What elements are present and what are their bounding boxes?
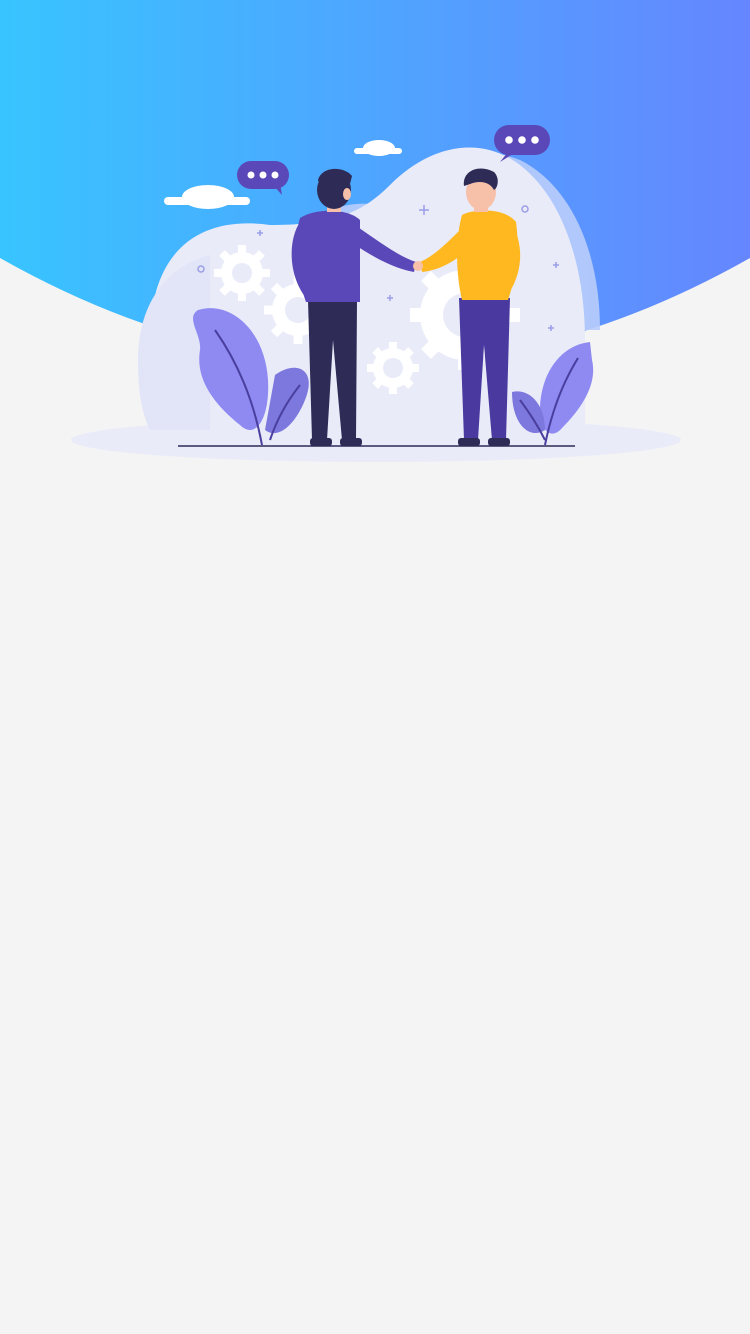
cloud-icon	[354, 140, 402, 156]
cloud-icon	[164, 185, 250, 209]
speech-bubble-icon	[237, 161, 289, 195]
splash-screen	[0, 0, 750, 1334]
handshake-illustration	[71, 125, 681, 462]
gear-icon	[214, 245, 270, 301]
